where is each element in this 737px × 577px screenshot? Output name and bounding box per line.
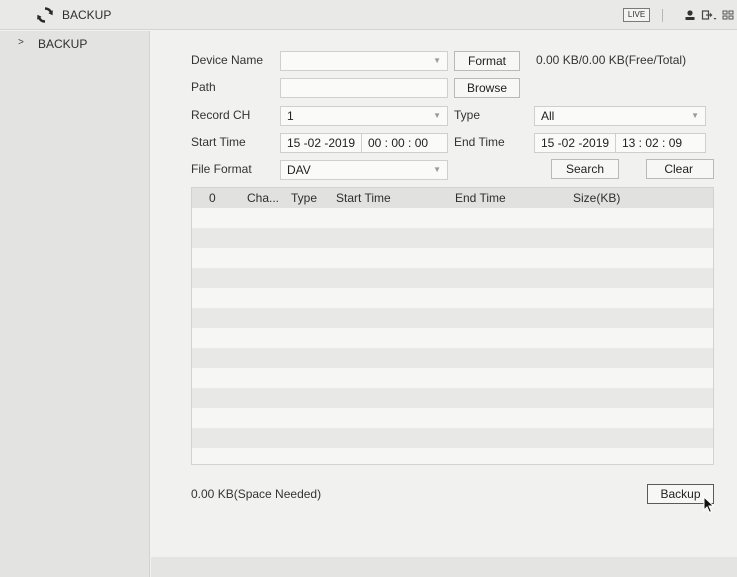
- column-header-end-time[interactable]: End Time: [455, 191, 506, 205]
- browse-button[interactable]: Browse: [454, 78, 520, 98]
- mouse-cursor-icon: [703, 496, 715, 514]
- column-header-index[interactable]: 0: [209, 191, 216, 205]
- table-row[interactable]: [192, 288, 713, 308]
- search-button[interactable]: Search: [551, 159, 619, 179]
- path-field[interactable]: [280, 78, 448, 98]
- table-row[interactable]: [192, 408, 713, 428]
- dropdown-arrow-icon: ▼: [433, 56, 441, 65]
- column-header-size[interactable]: Size(KB): [573, 191, 620, 205]
- logout-icon[interactable]: [701, 7, 717, 23]
- capacity-text: 0.00 KB/0.00 KB(Free/Total): [536, 53, 687, 67]
- end-time-label: End Time: [454, 135, 505, 149]
- table-row[interactable]: [192, 388, 713, 408]
- device-name-select[interactable]: ▼: [280, 51, 448, 71]
- sidebar: > BACKUP: [0, 31, 150, 577]
- table-row[interactable]: [192, 208, 713, 228]
- end-date-field[interactable]: 15 -02 -2019: [534, 133, 616, 153]
- path-label: Path: [191, 80, 216, 94]
- sidebar-item-label: BACKUP: [38, 37, 88, 51]
- start-time-label: Start Time: [191, 135, 246, 149]
- table-row[interactable]: [192, 228, 713, 248]
- record-ch-select[interactable]: 1 ▼: [280, 106, 448, 126]
- sidebar-item-backup[interactable]: > BACKUP: [0, 31, 150, 55]
- type-select[interactable]: All ▼: [534, 106, 706, 126]
- end-time-field[interactable]: 13 : 02 : 09: [615, 133, 706, 153]
- table-header: 0 Cha... Type Start Time End Time Size(K…: [192, 188, 713, 208]
- table-row[interactable]: [192, 328, 713, 348]
- results-table: 0 Cha... Type Start Time End Time Size(K…: [191, 187, 714, 465]
- type-label: Type: [454, 108, 481, 122]
- file-format-label: File Format: [191, 162, 252, 176]
- column-header-type[interactable]: Type: [291, 191, 317, 205]
- column-header-channel[interactable]: Cha...: [247, 191, 279, 205]
- grid-icon[interactable]: [722, 7, 734, 23]
- page-title: BACKUP: [62, 8, 112, 22]
- user-icon[interactable]: [684, 7, 696, 23]
- device-name-label: Device Name: [191, 53, 264, 67]
- table-row[interactable]: [192, 268, 713, 288]
- file-format-select[interactable]: DAV ▼: [280, 160, 448, 180]
- refresh-icon: [37, 7, 53, 23]
- dropdown-arrow-icon: ▼: [691, 111, 699, 120]
- toolbar-divider: [662, 9, 663, 22]
- table-row[interactable]: [192, 308, 713, 328]
- format-button[interactable]: Format: [454, 51, 520, 71]
- start-time-field[interactable]: 00 : 00 : 00: [361, 133, 448, 153]
- dropdown-arrow-icon: ▼: [433, 165, 441, 174]
- chevron-right-icon: >: [18, 37, 24, 48]
- record-ch-label: Record CH: [191, 108, 251, 122]
- title-bar: BACKUP LIVE: [0, 0, 737, 30]
- space-needed-text: 0.00 KB(Space Needed): [191, 487, 322, 501]
- clear-button[interactable]: Clear: [646, 159, 714, 179]
- dropdown-arrow-icon: ▼: [433, 111, 441, 120]
- table-row[interactable]: [192, 428, 713, 448]
- footer-bar: [151, 557, 737, 577]
- table-row[interactable]: [192, 448, 713, 464]
- start-date-field[interactable]: 15 -02 -2019: [280, 133, 362, 153]
- live-button[interactable]: LIVE: [623, 8, 650, 22]
- table-row[interactable]: [192, 348, 713, 368]
- column-header-start-time[interactable]: Start Time: [336, 191, 391, 205]
- table-row[interactable]: [192, 368, 713, 388]
- table-row[interactable]: [192, 248, 713, 268]
